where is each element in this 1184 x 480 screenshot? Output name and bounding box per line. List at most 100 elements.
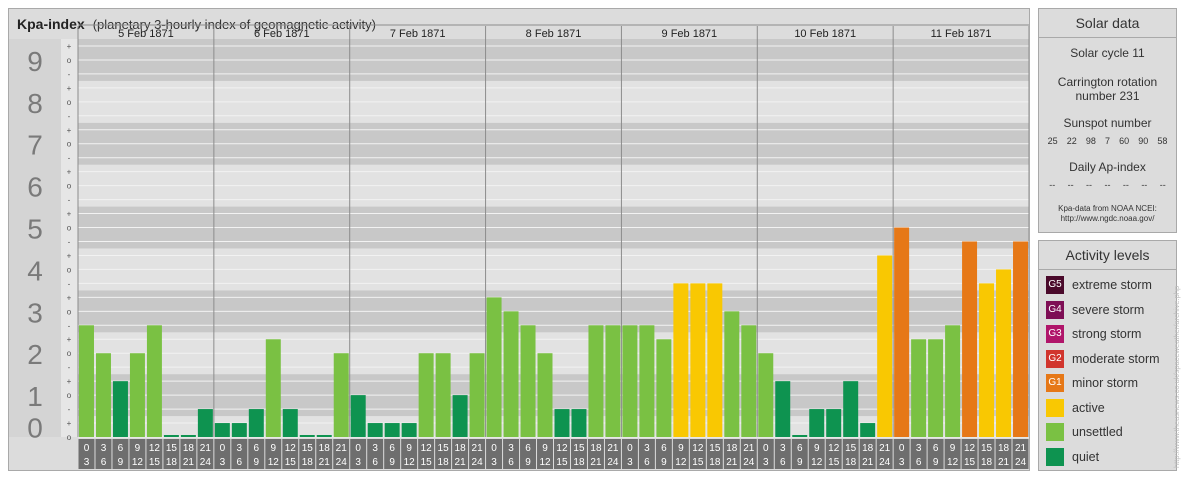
carrington-rotation: Carrington rotation number 231 [1039,75,1176,103]
level-label: moderate storm [1072,351,1160,366]
time-end-label: 3 [491,457,497,468]
time-start-label: 6 [525,443,531,454]
time-start-label: 15 [573,443,585,454]
time-end-label: 21 [998,457,1010,468]
time-start-label: 18 [998,443,1010,454]
time-start-label: 21 [1015,443,1027,454]
time-end-label: 24 [743,457,755,468]
level-swatch: G3 [1046,325,1064,344]
kpa-bar [384,423,400,437]
kpa-bar [962,241,978,437]
time-start-label: 6 [933,443,939,454]
time-start-label: 15 [845,443,857,454]
kpa-bar [79,325,94,437]
y-minor-label: o [67,140,72,149]
time-start-label: 15 [166,443,178,454]
time-end-label: 3 [763,457,769,468]
y-minor-label: o [67,433,72,442]
date-label: 10 Feb 1871 [794,28,856,40]
time-start-label: 21 [743,443,755,454]
kpa-bar [894,227,910,437]
time-end-label: 18 [981,457,993,468]
time-start-label: 21 [336,443,348,454]
level-swatch: G2 [1046,349,1064,368]
activity-level-item: G5 extreme storm [1039,273,1176,298]
kpa-bar [588,325,604,437]
date-label: 11 Feb 1871 [931,28,992,40]
time-end-label: 18 [166,457,178,468]
date-label: 7 Feb 1871 [390,28,446,40]
sunspot-number: 22 [1066,136,1077,146]
y-minor-label: + [67,126,72,135]
kpa-bar [435,353,451,437]
sunspot-numbers: 25 22 98 7 60 90 58 [1043,136,1172,146]
kpa-bar [809,409,825,437]
ap-value: -- [1159,180,1166,190]
time-end-label: 24 [879,457,891,468]
kpa-bar [758,353,774,437]
kpa-bar [350,395,366,437]
time-start-label: 0 [627,443,633,454]
time-end-label: 18 [845,457,857,468]
kpa-bar [418,353,434,437]
kpa-bar [928,339,944,437]
kpa-bar [707,283,723,437]
time-start-label: 6 [661,443,667,454]
activity-levels-panel: Activity levels G5 extreme storm G4 severe … [1038,240,1177,471]
kpa-bar [95,353,111,437]
time-start-label: 3 [644,443,650,454]
time-start-label: 3 [372,443,378,454]
level-swatch [1046,447,1064,466]
kpa-bar [112,381,128,437]
kpa-bar [673,283,689,437]
level-label: active [1072,400,1105,415]
time-start-label: 0 [355,443,361,454]
time-start-label: 15 [981,443,993,454]
ap-value: -- [1141,180,1148,190]
time-start-label: 18 [590,443,602,454]
time-end-label: 12 [268,457,280,468]
time-end-label: 6 [508,457,514,468]
time-end-label: 21 [862,457,874,468]
source-note: Kpa-data from NOAA NCEI: http://www.ngdc… [1039,204,1176,224]
time-end-label: 6 [237,457,243,468]
time-start-label: 3 [101,443,107,454]
time-end-label: 9 [661,457,667,468]
activity-level-item: quiet [1039,445,1176,470]
time-end-label: 3 [899,457,905,468]
solar-cycle: Solar cycle 11 [1070,46,1145,60]
y-minor-label: - [68,279,71,288]
level-label: minor storm [1072,376,1138,391]
time-start-label: 6 [118,443,124,454]
time-end-label: 3 [220,457,226,468]
y-tick-label: 3 [27,297,43,328]
kpa-bar [792,435,808,437]
sunspot-label: Sunspot number [1063,116,1152,130]
time-start-label: 18 [455,443,467,454]
kpa-bar [877,255,893,437]
source-line-1: Kpa-data from NOAA NCEI: [1058,204,1157,213]
y-minor-label: - [68,154,71,163]
kpa-bar [537,353,553,437]
kpa-bar [503,311,519,437]
kpa-bar [180,435,196,437]
ap-value: -- [1067,180,1074,190]
time-end-label: 24 [607,457,619,468]
kpa-bar [214,423,230,437]
kpa-bar [146,325,162,437]
source-line-2: http://www.ngdc.noaa.gov/ [1060,214,1155,223]
time-start-label: 15 [438,443,450,454]
level-swatch: G1 [1046,374,1064,393]
solar-data-panel: Solar data Solar cycle 11 Carrington rot… [1038,8,1177,233]
ap-value: -- [1122,180,1129,190]
activity-levels-title: Activity levels [1039,241,1176,270]
time-end-label: 15 [285,457,297,468]
time-start-label: 0 [84,443,90,454]
kpa-bar [129,353,145,437]
time-start-label: 3 [916,443,922,454]
time-start-label: 6 [797,443,803,454]
time-start-label: 12 [964,443,976,454]
time-start-label: 9 [271,443,277,454]
time-end-label: 21 [319,457,331,468]
activity-levels-list: G5 extreme storm G4 severe storm G3 strong st… [1039,273,1176,469]
